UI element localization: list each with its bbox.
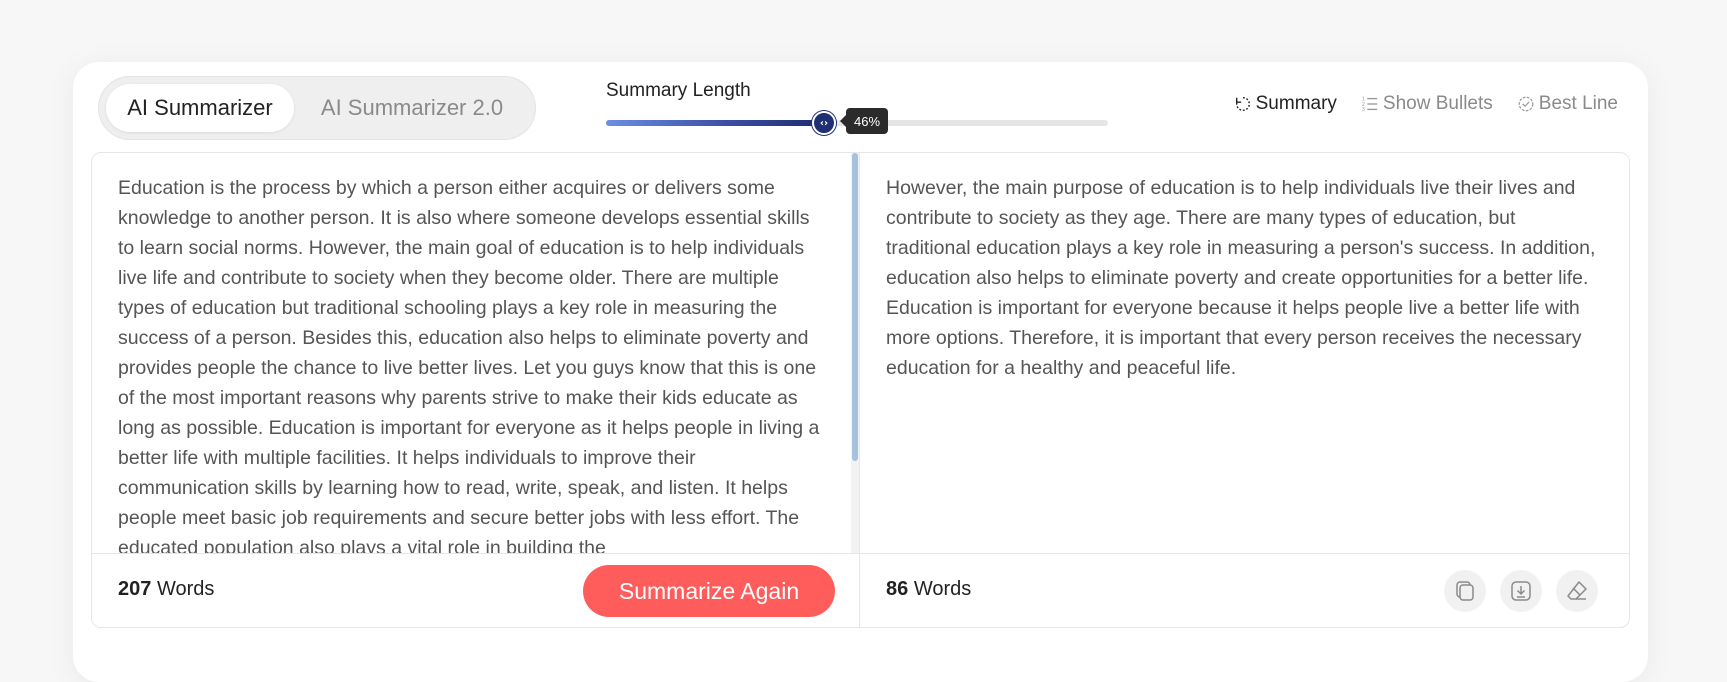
slider-value-tooltip: 46%: [839, 108, 889, 134]
summary-length-label: Summary Length: [606, 80, 751, 101]
input-scrollbar-thumb[interactable]: [852, 153, 858, 461]
clear-button[interactable]: [1556, 570, 1598, 612]
input-scrollbar[interactable]: [851, 153, 859, 553]
eraser-icon: [1567, 581, 1587, 600]
view-best-line-label: Best Line: [1538, 93, 1618, 114]
view-best-line-option[interactable]: Best Line: [1517, 93, 1618, 115]
editor-area: Education is the process by which a pers…: [91, 152, 1630, 628]
view-bullets-option[interactable]: 1 2 3 Show Bullets: [1361, 93, 1493, 115]
output-word-count: 86 Words: [886, 578, 971, 601]
view-bullets-label: Show Bullets: [1382, 93, 1493, 114]
view-options: Summary 1 2 3 Show Bullets Best Line: [1234, 93, 1618, 115]
view-summary-option[interactable]: Summary: [1234, 93, 1337, 115]
mode-toggle: AI Summarizer AI Summarizer 2.0: [98, 76, 536, 140]
output-word-count-value: 86: [886, 578, 909, 600]
summary-length-slider[interactable]: ‹› 46%: [606, 108, 1108, 135]
output-text: However, the main purpose of education i…: [886, 177, 1596, 379]
copy-icon: [1456, 581, 1474, 601]
copy-button[interactable]: [1444, 570, 1486, 612]
refresh-dotted-icon: [1235, 96, 1250, 112]
check-badge-icon: [1518, 96, 1534, 112]
download-button[interactable]: [1500, 570, 1542, 612]
input-word-count-value: 207: [118, 578, 152, 600]
slider-thumb[interactable]: ‹›: [812, 111, 836, 135]
output-pane: However, the main purpose of education i…: [860, 153, 1630, 553]
input-word-count: 207 Words: [118, 578, 214, 601]
input-text[interactable]: Education is the process by which a pers…: [92, 153, 859, 553]
input-footer: 207 Words Summarize Again: [92, 553, 860, 628]
download-icon: [1511, 581, 1531, 601]
numbered-list-icon: 1 2 3: [1362, 96, 1378, 113]
view-summary-label: Summary: [1255, 93, 1337, 114]
summarize-again-button[interactable]: Summarize Again: [583, 565, 835, 617]
output-footer: 86 Words: [860, 553, 1630, 628]
mode-ai-summarizer-2-button[interactable]: AI Summarizer 2.0: [312, 84, 512, 132]
input-word-count-label: Words: [156, 578, 215, 600]
summarizer-card: AI Summarizer AI Summarizer 2.0 Summary …: [73, 62, 1648, 682]
output-word-count-label: Words: [913, 578, 972, 600]
mode-ai-summarizer-button[interactable]: AI Summarizer: [106, 84, 294, 132]
input-pane[interactable]: Education is the process by which a pers…: [92, 153, 860, 553]
slider-fill: [606, 120, 824, 126]
svg-text:3: 3: [1362, 107, 1365, 113]
